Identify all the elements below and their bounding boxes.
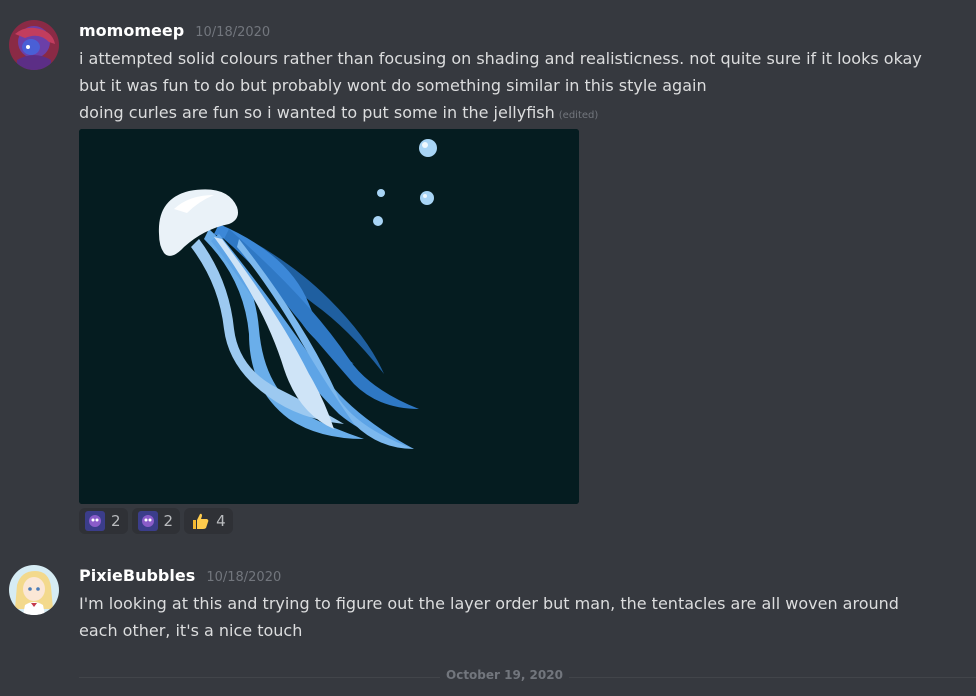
reaction-custom-emoji-2[interactable]: 2: [131, 508, 181, 534]
reactions-bar: 2 2 4: [79, 508, 233, 534]
edited-label: (edited): [558, 110, 599, 121]
message-line: I'm looking at this and trying to figure…: [79, 594, 899, 613]
thumbs-up-icon: [193, 513, 209, 529]
message-line: i attempted solid colours rather than fo…: [79, 49, 922, 68]
reaction-custom-emoji-1[interactable]: 2: [79, 508, 128, 534]
message-content: i attempted solid colours rather than fo…: [79, 45, 959, 129]
message-content: I'm looking at this and trying to figure…: [79, 590, 959, 644]
avatar-pixiebubbles-icon: [9, 565, 59, 615]
custom-emoji-purple-icon: [85, 511, 105, 531]
timestamp[interactable]: 10/18/2020: [206, 570, 281, 585]
username[interactable]: PixieBubbles: [79, 566, 195, 585]
avatar[interactable]: [9, 20, 59, 70]
timestamp[interactable]: 10/18/2020: [195, 25, 270, 40]
custom-emoji-purple-icon: [137, 511, 158, 531]
chat-message-list: momomeep 10/18/2020 i attempted solid co…: [0, 0, 976, 696]
date-divider-label: October 19, 2020: [440, 668, 569, 682]
reaction-thumbs-up[interactable]: 4: [184, 508, 233, 534]
reaction-count: 4: [216, 512, 226, 530]
message-header: momomeep 10/18/2020: [79, 21, 270, 40]
username[interactable]: momomeep: [79, 21, 184, 40]
message-line: each other, it's a nice touch: [79, 621, 303, 640]
reaction-count: 2: [163, 512, 174, 530]
avatar-momomeep-icon: [9, 20, 59, 70]
reaction-count: 2: [111, 512, 121, 530]
message-line-last: doing curles are fun so i wanted to put …: [79, 99, 959, 129]
message-line: but it was fun to do but probably wont d…: [79, 76, 707, 95]
avatar[interactable]: [9, 565, 59, 615]
message-line-text: doing curles are fun so i wanted to put …: [79, 103, 555, 122]
jellyfish-artwork-icon: [79, 129, 579, 504]
image-attachment[interactable]: [79, 129, 579, 504]
message-header: PixieBubbles 10/18/2020: [79, 566, 281, 585]
